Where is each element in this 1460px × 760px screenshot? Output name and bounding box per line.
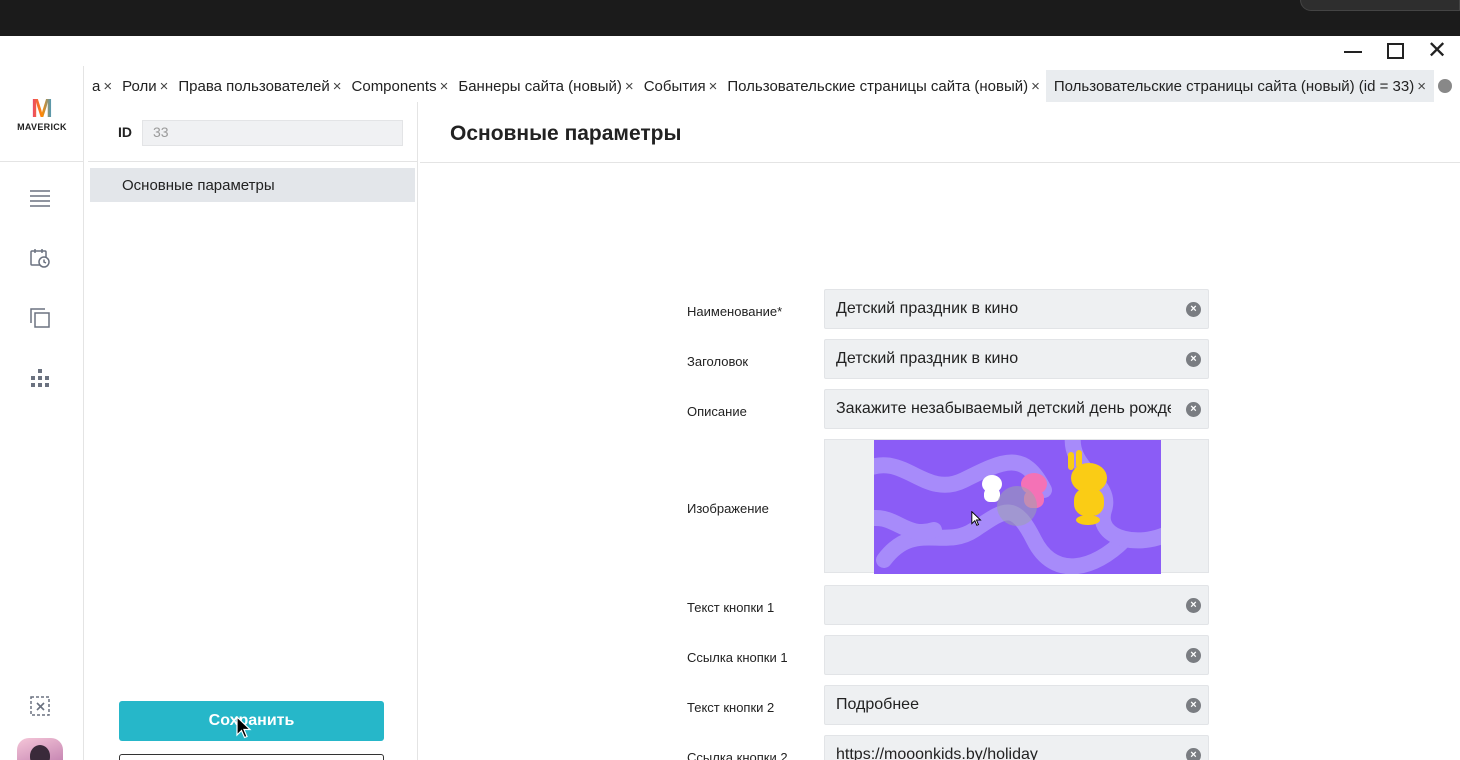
tab-roles[interactable]: Роли ×: [118, 70, 174, 102]
clear-icon[interactable]: ×: [1186, 698, 1201, 713]
avatar[interactable]: [17, 738, 63, 760]
tab-close-icon[interactable]: ×: [440, 78, 449, 95]
close-icon[interactable]: ✕: [1425, 39, 1449, 63]
tab-custom-pages[interactable]: Пользовательские страницы сайта (новый) ×: [723, 70, 1046, 102]
button1-text-field[interactable]: ×: [824, 585, 1209, 625]
tab-label: а: [92, 77, 101, 95]
tab-partial[interactable]: а ×: [88, 70, 118, 102]
menu-icon[interactable]: [28, 186, 52, 210]
tab-label: Components: [351, 77, 437, 95]
tab-scroll-icon[interactable]: [1437, 79, 1452, 93]
field-label-name: Наименование*: [687, 304, 783, 319]
maximize-icon[interactable]: [1383, 40, 1407, 62]
tab-events[interactable]: События ×: [640, 70, 724, 102]
tab-label: Роли: [122, 77, 157, 95]
tab-custom-page-33[interactable]: Пользовательские страницы сайта (новый) …: [1045, 70, 1434, 102]
logo-letter: M: [31, 92, 53, 123]
image-field[interactable]: [824, 439, 1209, 574]
hierarchy-icon[interactable]: [28, 366, 52, 390]
field-label-button2-link: Ссылка кнопки 2: [687, 750, 788, 760]
id-row: ID 33: [88, 102, 418, 162]
description-field[interactable]: Закажите незабываемый детский день рожде…: [824, 389, 1209, 429]
tab-close-icon[interactable]: ×: [625, 78, 634, 95]
tab-close-icon[interactable]: ×: [1031, 78, 1040, 95]
app-logo[interactable]: M MAVERICK: [0, 66, 84, 162]
tab-label: Пользовательские страницы сайта (новый) …: [1053, 77, 1415, 95]
heading-field[interactable]: Детский праздник в кино ×: [824, 339, 1209, 379]
tab-label: События: [643, 77, 706, 95]
button1-link-field[interactable]: ×: [824, 635, 1209, 675]
record-sidebar: ID 33 Основные параметры Сохранить: [88, 102, 418, 760]
main-panel: Основные параметры Наименование* Детский…: [420, 102, 1460, 760]
button2-link-field-value: https://mooonkids.by/holiday: [836, 746, 1038, 760]
tab-strip: а × Роли × Права пользователей × Components…: [88, 70, 1460, 102]
tab-label: Права пользователей: [178, 77, 330, 95]
tab-site-banners[interactable]: Баннеры сайта (новый) ×: [454, 70, 639, 102]
name-field[interactable]: Детский праздник в кино ×: [824, 289, 1209, 329]
calendar-clock-icon[interactable]: [28, 246, 52, 270]
tab-components[interactable]: Components ×: [348, 70, 455, 102]
button2-text-field-value: Подробнее: [836, 696, 919, 713]
save-button[interactable]: Сохранить: [119, 701, 384, 741]
id-field: 33: [142, 120, 403, 146]
clear-icon[interactable]: ×: [1186, 402, 1201, 417]
main-header: Основные параметры: [420, 102, 1460, 163]
tab-label: Пользовательские страницы сайта (новый): [727, 77, 1029, 95]
secondary-button[interactable]: [119, 754, 384, 760]
clear-icon[interactable]: ×: [1186, 648, 1201, 663]
image-preview[interactable]: [874, 440, 1161, 574]
clear-icon[interactable]: ×: [1186, 598, 1201, 613]
page-title: Основные параметры: [450, 122, 682, 145]
select-clear-icon[interactable]: [28, 694, 52, 718]
desktop-top-bar: [0, 0, 1460, 36]
id-label: ID: [118, 124, 132, 140]
name-field-value: Детский праздник в кино: [836, 300, 1019, 317]
clear-icon[interactable]: ×: [1186, 748, 1201, 760]
window-titlebar: ✕: [0, 36, 1460, 66]
copy-icon[interactable]: [28, 306, 52, 330]
description-field-value: Закажите незабываемый детский день рожде…: [836, 400, 1171, 417]
sidebar-item-main-params[interactable]: Основные параметры: [90, 168, 415, 202]
tab-close-icon[interactable]: ×: [160, 78, 169, 95]
minimize-icon[interactable]: [1341, 40, 1365, 62]
field-label-button1-text: Текст кнопки 1: [687, 600, 775, 615]
button2-text-field[interactable]: Подробнее ×: [824, 685, 1209, 725]
tab-user-rights[interactable]: Права пользователей ×: [174, 70, 347, 102]
tab-close-icon[interactable]: ×: [333, 78, 342, 95]
tab-label: Баннеры сайта (новый): [458, 77, 622, 95]
field-label-description: Описание: [687, 404, 747, 419]
app-window: ✕ M MAVERICK а × Роли × Права пользователе…: [0, 36, 1460, 760]
tab-close-icon[interactable]: ×: [103, 78, 112, 95]
clear-icon[interactable]: ×: [1186, 302, 1201, 317]
field-label-image: Изображение: [687, 501, 769, 516]
field-label-button1-link: Ссылка кнопки 1: [687, 650, 788, 665]
icon-rail: M MAVERICK: [0, 66, 84, 760]
heading-field-value: Детский праздник в кино: [836, 350, 1019, 367]
field-label-button2-text: Текст кнопки 2: [687, 700, 775, 715]
tab-close-icon[interactable]: ×: [709, 78, 718, 95]
field-label-heading: Заголовок: [687, 354, 749, 369]
logo-text: MAVERICK: [17, 121, 67, 132]
button2-link-field[interactable]: https://mooonkids.by/holiday ×: [824, 735, 1209, 760]
clear-icon[interactable]: ×: [1186, 352, 1201, 367]
tab-close-icon[interactable]: ×: [1417, 78, 1426, 95]
desktop-top-pill: [1300, 0, 1460, 11]
